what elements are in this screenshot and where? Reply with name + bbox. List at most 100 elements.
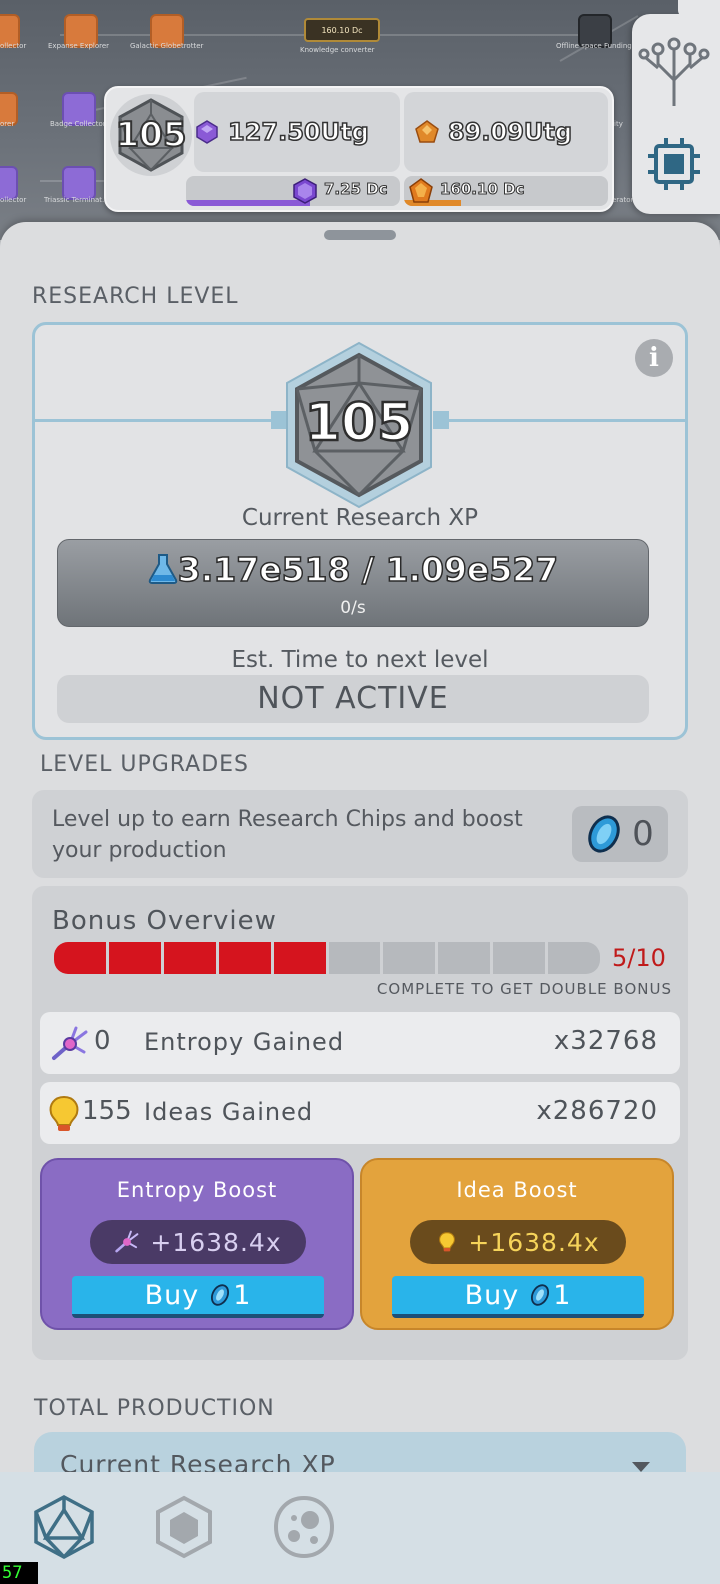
total-production-heading: TOTAL PRODUCTION — [34, 1396, 275, 1421]
idea-secondary-amount: 160.10 Dc — [439, 180, 525, 199]
bonus-overview-title: Bonus Overview — [52, 906, 277, 936]
entropy-secondary-amount: 7.25 Dc — [324, 180, 389, 199]
resource-hud: 105 127.50Utg 89.09Utg 7.25 Dc 160.10 Dc — [104, 86, 614, 212]
research-chip-count: 0 — [632, 814, 654, 854]
bonus-progress-bar — [54, 942, 600, 974]
research-chip-gem-icon — [588, 815, 620, 853]
bonus-progress-segment — [383, 942, 436, 974]
tree-node-label: Offline space Funding — [556, 42, 632, 50]
level-upgrades-box: Level up to earn Research Chips and boos… — [32, 790, 688, 878]
research-level-card: i 105 Current Research XP 3.17e518 / 1.0… — [32, 322, 688, 740]
entropy-amount: 127.50Utg — [227, 117, 369, 147]
lightbulb-icon — [49, 1095, 79, 1131]
research-chip-gem-icon — [531, 1284, 550, 1306]
entropy-resource-panel[interactable]: 127.50Utg — [194, 92, 400, 172]
entropy-secondary-bar: 7.25 Dc — [186, 176, 400, 206]
fps-counter: 57 — [0, 1562, 38, 1584]
bonus-progress-segment — [54, 942, 106, 974]
chip-icon — [648, 138, 700, 190]
tech-tree-button[interactable] — [638, 30, 710, 110]
ideas-gained-label: Ideas Gained — [144, 1098, 314, 1126]
entropy-boost-title: Entropy Boost — [116, 1178, 278, 1202]
entropy-gained-multiplier: x32768 — [553, 1026, 658, 1056]
buy-cost: 1 — [553, 1279, 572, 1311]
player-level-badge[interactable]: 105 — [110, 94, 192, 176]
bonus-overview-box: Bonus Overview 5/10 COMPLETE TO GET DOUB… — [32, 886, 688, 1360]
tree-node-label: Knowledge converter — [300, 46, 375, 54]
tree-node-label: orer — [0, 120, 15, 128]
bonus-progress-segment — [548, 942, 600, 974]
idea-boost-title: Idea Boost — [456, 1178, 578, 1202]
tree-node-triassic-terminator[interactable] — [62, 166, 96, 200]
bonus-progress-segment — [218, 942, 271, 974]
tech-tree-icon — [638, 37, 710, 106]
ideas-gained-count: 155 — [82, 1096, 132, 1126]
nav-upgrades-tab[interactable] — [152, 1494, 216, 1560]
bonus-progress-segment — [163, 942, 216, 974]
research-xp-bar: 3.17e518 / 1.09e527 0/s — [57, 539, 649, 627]
chevron-down-icon — [632, 1462, 650, 1472]
entropy-gained-label: Entropy Gained — [144, 1028, 345, 1056]
tree-node-label: Galactic Globetrotter — [130, 42, 204, 50]
bonus-progress-segment — [438, 942, 491, 974]
entropy-particle-icon — [52, 1026, 88, 1060]
purple-crystal-icon — [293, 178, 317, 204]
buy-cost: 1 — [233, 1279, 252, 1311]
tree-node-label: Triassic Terminat... — [44, 196, 109, 204]
card-divider-left — [35, 419, 281, 422]
nav-lab-tab[interactable] — [272, 1494, 336, 1560]
purple-gem-icon — [196, 120, 218, 144]
research-level-heading: RESEARCH LEVEL — [32, 284, 239, 309]
research-chip-counter: 0 — [572, 806, 668, 862]
nav-research-level-tab[interactable] — [32, 1494, 96, 1560]
entropy-gained-row: 0 Entropy Gained x32768 — [40, 1012, 680, 1074]
ideas-gained-multiplier: x286720 — [536, 1096, 658, 1126]
card-divider-right — [439, 419, 687, 422]
entropy-boost-card: Entropy Boost +1638.4x Buy 1 — [40, 1158, 354, 1330]
idea-boost-card: Idea Boost +1638.4x Buy 1 — [360, 1158, 674, 1330]
player-level: 105 — [115, 114, 188, 156]
tree-node-label: ollector — [0, 42, 27, 50]
bonus-progress-segment — [108, 942, 161, 974]
bottom-navigation — [0, 1472, 720, 1584]
research-xp-value: 3.17e518 / 1.09e527 — [58, 549, 648, 590]
idea-amount: 89.09Utg — [447, 117, 573, 147]
buy-idea-boost-button[interactable]: Buy 1 — [392, 1276, 644, 1318]
entropy-boost-amount: +1638.4x — [150, 1227, 282, 1257]
research-level-number: 105 — [303, 392, 414, 455]
bonus-progress-segment — [328, 942, 381, 974]
tree-node-collector-2[interactable] — [0, 166, 18, 200]
research-chip-button[interactable] — [644, 134, 704, 194]
orange-crystal-icon — [409, 178, 433, 203]
idea-resource-panel[interactable]: 89.09Utg — [404, 92, 608, 172]
research-xp-rate: 0/s — [340, 598, 366, 618]
orange-gem-icon — [415, 120, 439, 143]
entropy-boost-value: +1638.4x — [90, 1220, 306, 1264]
cell-nav-icon — [273, 1495, 335, 1559]
icosahedron-nav-icon — [34, 1495, 94, 1559]
hexagon-nav-icon — [156, 1495, 212, 1559]
entropy-gained-count: 0 — [94, 1026, 111, 1056]
entropy-particle-icon — [115, 1230, 139, 1253]
idea-boost-amount: +1638.4x — [468, 1227, 600, 1257]
tree-node-label: Badge Collector — [50, 120, 106, 128]
level-upgrades-heading: LEVEL UPGRADES — [40, 752, 250, 777]
bonus-progress-segment — [273, 942, 326, 974]
research-level-hex: 105 — [279, 339, 439, 511]
sheet-drag-handle[interactable] — [324, 230, 396, 240]
info-button[interactable]: i — [635, 339, 673, 377]
bonus-progress-hint: COMPLETE TO GET DOUBLE BONUS — [376, 980, 672, 998]
current-xp-label: Current Research XP — [241, 505, 479, 531]
estimated-time-value: NOT ACTIVE — [57, 675, 649, 723]
bonus-progress-segment — [493, 942, 546, 974]
knowledge-converter-node[interactable]: 160.10 Dc — [304, 18, 380, 42]
buy-label: Buy — [144, 1279, 200, 1311]
lightbulb-icon — [439, 1232, 456, 1252]
tree-node-label: Expanse Explorer — [48, 42, 110, 50]
flask-icon — [148, 554, 178, 584]
estimated-time-label: Est. Time to next level — [231, 647, 489, 673]
buy-entropy-boost-button[interactable]: Buy 1 — [72, 1276, 324, 1318]
ideas-gained-row: 155 Ideas Gained x286720 — [40, 1082, 680, 1144]
tree-node-label: erator — [612, 196, 634, 204]
level-upgrades-description: Level up to earn Research Chips and boos… — [52, 807, 523, 863]
